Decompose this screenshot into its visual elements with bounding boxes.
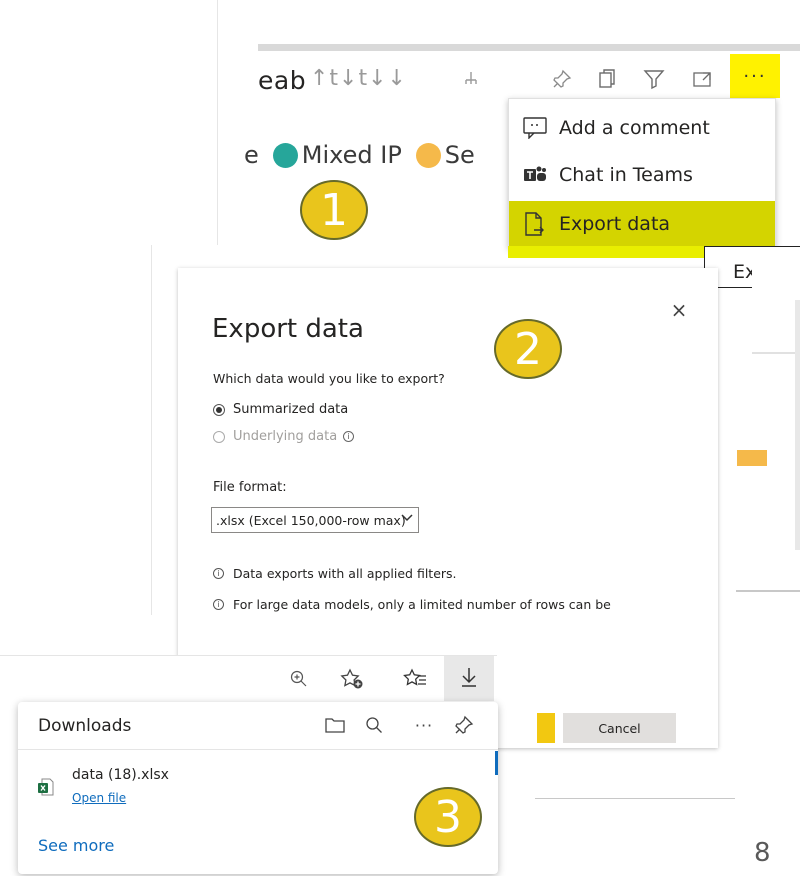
search-icon[interactable] xyxy=(360,711,388,739)
menu-item-label: Export data xyxy=(559,213,671,235)
scroll-indicator xyxy=(495,751,498,775)
download-file-name[interactable]: data (18).xlsx xyxy=(72,767,169,783)
radio-summarized-data[interactable]: Summarized data xyxy=(213,402,348,417)
legend-label-mixed-ip: Mixed IP xyxy=(301,141,402,169)
zoom-icon[interactable] xyxy=(282,662,316,696)
comment-icon xyxy=(523,117,559,139)
info-icon: i xyxy=(213,568,224,579)
cancel-button[interactable]: Cancel xyxy=(563,713,676,743)
export-file-icon xyxy=(523,212,559,236)
visual-title-fragment: eab xyxy=(258,66,307,95)
panel2-right-line xyxy=(736,590,800,592)
radio-button-disabled xyxy=(213,430,225,443)
visual-top-border xyxy=(258,44,800,51)
chart-legend: e Mixed IP Se xyxy=(244,141,475,169)
download-icon xyxy=(459,666,479,692)
menu-item-label: Chat in Teams xyxy=(559,164,693,186)
panel2-divider xyxy=(151,245,152,615)
legend-label-se: Se xyxy=(444,141,475,169)
add-favorite-icon[interactable] xyxy=(335,662,369,696)
file-format-label: File format: xyxy=(213,480,287,495)
favorites-icon[interactable] xyxy=(398,662,432,696)
drill-icon[interactable] xyxy=(455,62,487,96)
pin-icon[interactable] xyxy=(546,62,578,96)
focus-mode-icon[interactable] xyxy=(686,62,718,96)
radio-button-selected[interactable] xyxy=(213,403,225,416)
report-canvas-scrollbar xyxy=(795,300,800,550)
export-button[interactable] xyxy=(537,713,555,743)
legend-fragment: e xyxy=(244,141,259,169)
file-format-select[interactable]: .xlsx (Excel 150,000-row max) xyxy=(211,507,419,533)
file-format-value: .xlsx (Excel 150,000-row max) xyxy=(216,512,406,528)
report-canvas-line xyxy=(752,352,800,354)
more-options-button[interactable]: ··· xyxy=(730,54,780,98)
info-icon: i xyxy=(213,599,224,610)
panel2-bottom-line xyxy=(535,798,735,799)
open-file-link[interactable]: Open file xyxy=(72,791,126,805)
pin-icon[interactable] xyxy=(450,711,478,739)
export-question: Which data would you like to export? xyxy=(213,371,445,386)
copy-visual-icon[interactable] xyxy=(591,62,623,96)
slide-page-number: 8 xyxy=(754,838,771,868)
note-filters: i Data exports with all applied filters. xyxy=(213,566,457,581)
more-options-icon[interactable]: ··· xyxy=(410,711,438,739)
info-icon[interactable]: i xyxy=(343,431,355,442)
legend-dot-se xyxy=(415,142,441,168)
see-more-link[interactable]: See more xyxy=(38,836,114,855)
note-text: For large data models, only a limited nu… xyxy=(233,597,611,612)
panel1-divider xyxy=(217,0,218,245)
sort-icons[interactable]: ↑t↓t↓↓ xyxy=(310,66,407,91)
chart-bar-fragment xyxy=(737,450,767,466)
step-badge-2: 2 xyxy=(494,319,562,379)
note-row-limit: i For large data models, only a limited … xyxy=(213,597,611,612)
note-text: Data exports with all applied filters. xyxy=(233,566,457,581)
menu-item-export-data[interactable]: Export data xyxy=(509,201,775,247)
menu-item-chat-in-teams[interactable]: Chat in Teams xyxy=(509,152,775,198)
radio-label: Summarized data xyxy=(233,402,349,417)
filter-icon[interactable] xyxy=(638,62,670,96)
report-canvas-edge xyxy=(752,258,800,550)
legend-dot-mixed-ip xyxy=(272,142,298,168)
open-folder-icon[interactable] xyxy=(321,711,349,739)
close-icon[interactable]: × xyxy=(668,298,690,322)
step-badge-1: 1 xyxy=(300,180,368,240)
downloads-separator xyxy=(18,749,498,750)
downloads-button[interactable] xyxy=(444,656,494,701)
dialog-title: Export data xyxy=(212,314,364,344)
chevron-down-icon xyxy=(401,512,413,527)
radio-label: Underlying data xyxy=(233,429,338,444)
excel-file-icon xyxy=(38,778,54,796)
downloads-title: Downloads xyxy=(38,716,132,736)
menu-item-label: Add a comment xyxy=(559,117,710,139)
teams-icon xyxy=(523,165,559,185)
menu-item-add-comment[interactable]: Add a comment xyxy=(509,105,775,151)
step-badge-3: 3 xyxy=(414,787,482,847)
radio-underlying-data: Underlying data i xyxy=(213,429,363,444)
more-options-menu: Add a comment Chat in Teams Export data xyxy=(508,98,776,248)
